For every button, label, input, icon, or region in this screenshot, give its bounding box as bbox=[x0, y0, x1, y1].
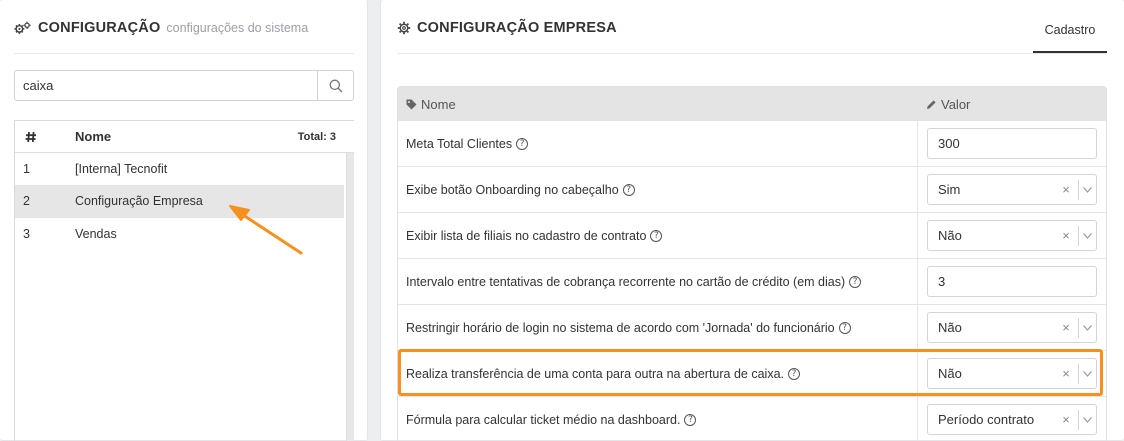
select-value: Não bbox=[938, 228, 962, 243]
search-input[interactable] bbox=[15, 71, 317, 100]
config-label: Exibir lista de filiais no cadastro de c… bbox=[406, 228, 647, 243]
right-panel-header: CONFIGURAÇÃO EMPRESA bbox=[397, 20, 617, 36]
config-row: Fórmula para calcular ticket médio na da… bbox=[398, 397, 1106, 441]
help-icon[interactable]: ? bbox=[684, 413, 697, 426]
list-item-index: 3 bbox=[23, 227, 30, 242]
ticket-medio-select[interactable]: Período contrato × bbox=[927, 404, 1097, 435]
help-icon[interactable]: ? bbox=[838, 321, 851, 334]
config-list-table: Nome Total: 3 1 [Interna] Tecnofit 2 Con… bbox=[14, 120, 354, 441]
search-field bbox=[14, 70, 354, 101]
restringir-login-select[interactable]: Não × bbox=[927, 312, 1097, 343]
config-row-highlighted: Realiza transferência de uma conta para … bbox=[398, 351, 1106, 397]
right-panel-divider bbox=[397, 53, 1107, 54]
header-name-label: Nome bbox=[421, 96, 456, 112]
left-panel-header: CONFIGURAÇÃO configurações do sistema bbox=[14, 20, 308, 36]
chevron-down-icon[interactable] bbox=[1079, 324, 1096, 331]
config-label: Fórmula para calcular ticket médio na da… bbox=[406, 412, 681, 427]
chevron-down-icon[interactable] bbox=[1079, 186, 1096, 193]
list-item-selected[interactable]: 2 Configuração Empresa bbox=[15, 185, 344, 218]
list-header: Nome Total: 3 bbox=[15, 121, 354, 153]
list-header-name: Nome bbox=[75, 129, 112, 144]
left-panel-divider bbox=[14, 53, 354, 54]
list-item-index: 1 bbox=[23, 161, 30, 176]
chevron-down-icon[interactable] bbox=[1079, 232, 1096, 239]
config-detail-panel: CONFIGURAÇÃO EMPRESA Cadastro Nome Valor bbox=[380, 0, 1124, 441]
help-icon[interactable]: ? bbox=[516, 137, 529, 150]
list-item-index: 2 bbox=[23, 194, 30, 209]
gear-icon bbox=[397, 21, 411, 35]
config-label: Intervalo entre tentativas de cobrança r… bbox=[406, 274, 846, 289]
clear-icon[interactable]: × bbox=[1058, 182, 1074, 197]
chevron-down-icon[interactable] bbox=[1079, 416, 1096, 423]
config-label: Restringir horário de login no sistema d… bbox=[406, 320, 835, 335]
clear-icon[interactable]: × bbox=[1058, 412, 1074, 427]
tab-cadastro[interactable]: Cadastro bbox=[1033, 20, 1107, 53]
list-item-name: Vendas bbox=[75, 227, 117, 242]
gears-icon bbox=[14, 21, 31, 34]
help-icon[interactable]: ? bbox=[622, 183, 635, 196]
search-button[interactable] bbox=[317, 71, 353, 100]
list-total-count: Total: 3 bbox=[297, 130, 336, 143]
config-row: Intervalo entre tentativas de cobrança r… bbox=[398, 259, 1106, 305]
config-list-panel: CONFIGURAÇÃO configurações do sistema No… bbox=[0, 0, 368, 441]
config-table: Nome Valor Meta Total Clientes ? Exibe b… bbox=[397, 86, 1107, 441]
clear-icon[interactable]: × bbox=[1058, 228, 1074, 243]
filiais-select[interactable]: Não × bbox=[927, 220, 1097, 251]
clear-icon[interactable]: × bbox=[1058, 320, 1074, 335]
select-value: Período contrato bbox=[938, 412, 1035, 427]
list-item[interactable]: 1 [Interna] Tecnofit bbox=[15, 153, 344, 186]
header-value-label: Valor bbox=[941, 96, 971, 112]
tag-icon bbox=[406, 99, 417, 109]
pencil-icon bbox=[927, 99, 936, 109]
config-label: Meta Total Clientes bbox=[406, 136, 513, 151]
intervalo-cobranca-input[interactable] bbox=[927, 266, 1097, 297]
config-row: Exibe botão Onboarding no cabeçalho ? Si… bbox=[398, 167, 1106, 213]
config-label: Realiza transferência de uma conta para … bbox=[406, 366, 785, 381]
list-item-name: Configuração Empresa bbox=[75, 194, 203, 209]
list-scrollbar[interactable] bbox=[346, 153, 354, 441]
search-icon bbox=[329, 79, 342, 92]
hash-icon bbox=[25, 131, 36, 142]
meta-total-clientes-input[interactable] bbox=[927, 128, 1097, 159]
select-value: Não bbox=[938, 366, 962, 381]
left-panel-subtitle: configurações do sistema bbox=[166, 21, 309, 35]
config-label: Exibe botão Onboarding no cabeçalho bbox=[406, 182, 619, 197]
list-item[interactable]: 3 Vendas bbox=[15, 218, 344, 251]
help-icon[interactable]: ? bbox=[849, 275, 862, 288]
list-item-name: [Interna] Tecnofit bbox=[75, 161, 168, 176]
help-icon[interactable]: ? bbox=[788, 367, 801, 380]
chevron-down-icon[interactable] bbox=[1079, 370, 1096, 377]
config-row: Exibir lista de filiais no cadastro de c… bbox=[398, 213, 1106, 259]
select-value: Não bbox=[938, 320, 962, 335]
transferencia-caixa-select[interactable]: Não × bbox=[927, 358, 1097, 389]
clear-icon[interactable]: × bbox=[1058, 366, 1074, 381]
config-row: Meta Total Clientes ? bbox=[398, 121, 1106, 167]
left-panel-title: CONFIGURAÇÃO bbox=[38, 20, 161, 36]
config-row: Restringir horário de login no sistema d… bbox=[398, 305, 1106, 351]
right-panel-title: CONFIGURAÇÃO EMPRESA bbox=[417, 20, 617, 36]
config-table-header: Nome Valor bbox=[398, 87, 1106, 121]
onboarding-select[interactable]: Sim × bbox=[927, 174, 1097, 205]
select-value: Sim bbox=[938, 182, 961, 197]
help-icon[interactable]: ? bbox=[650, 229, 663, 242]
